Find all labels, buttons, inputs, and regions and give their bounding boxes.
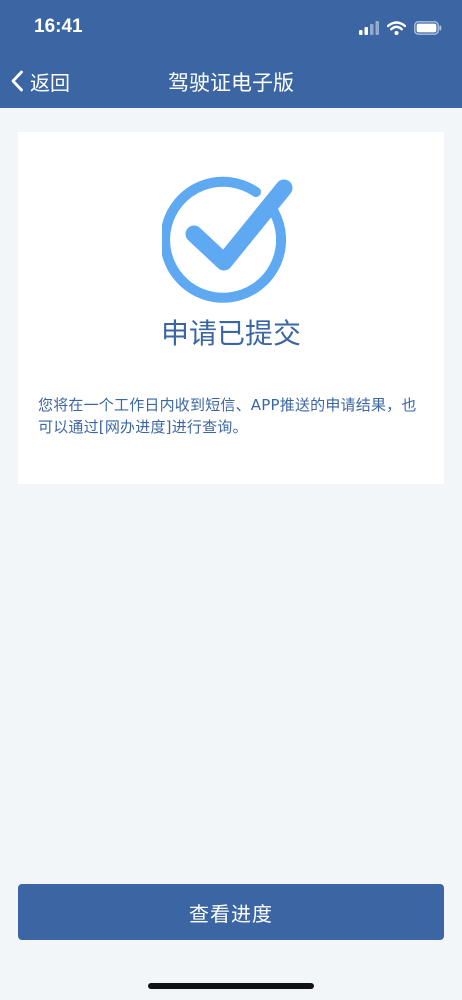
status-icons bbox=[359, 18, 442, 38]
result-title: 申请已提交 bbox=[160, 317, 301, 350]
status-time: 16:41 bbox=[34, 16, 83, 37]
check-circle-icon bbox=[160, 176, 293, 303]
app-header: 16:41 返回 驾驶证电子版 bbox=[0, 0, 462, 108]
wifi-icon bbox=[387, 21, 406, 35]
battery-icon bbox=[414, 21, 442, 35]
page-title: 驾驶证电子版 bbox=[168, 71, 294, 95]
view-progress-button[interactable]: 查看进度 bbox=[18, 884, 444, 940]
success-check-icon bbox=[160, 168, 298, 304]
result-card: 申请已提交 您将在一个工作日内收到短信、APP推送的申请结果，也可以通过[网办进… bbox=[18, 132, 444, 484]
navigation-bar: 返回 驾驶证电子版 bbox=[0, 54, 462, 108]
cellular-signal-icon bbox=[359, 21, 379, 35]
result-description: 您将在一个工作日内收到短信、APP推送的申请结果，也可以通过[网办进度]进行查询… bbox=[38, 396, 417, 436]
status-bar: 16:41 bbox=[0, 0, 462, 54]
home-indicator bbox=[148, 983, 314, 989]
